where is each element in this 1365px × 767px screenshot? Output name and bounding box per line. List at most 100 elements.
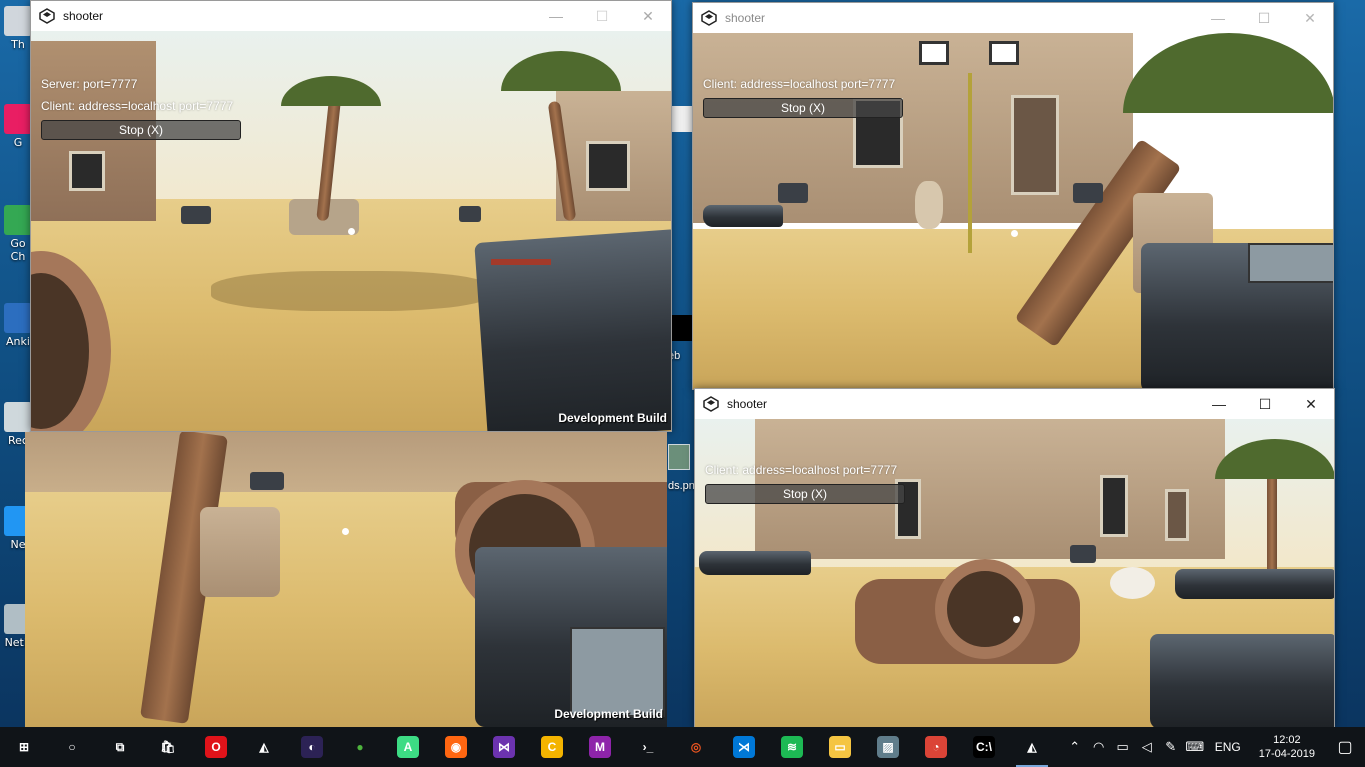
ubuntu-app[interactable]: ◎ <box>672 727 720 767</box>
game-viewport[interactable]: Client: address=localhost port=7777 Stop… <box>693 33 1333 389</box>
canary-app[interactable]: C <box>528 727 576 767</box>
clock-time: 12:02 <box>1273 734 1301 746</box>
window-title: shooter <box>725 11 766 25</box>
minimize-button[interactable]: — <box>1196 389 1242 419</box>
enemy-weapon <box>699 551 811 575</box>
building-window <box>69 151 105 191</box>
crosshair <box>1013 616 1020 623</box>
spotify-icon: ≋ <box>781 736 803 758</box>
firefox-icon: ◉ <box>445 736 467 758</box>
image-file-icon[interactable] <box>668 444 690 470</box>
hud-client-label: Client: address=localhost port=7777 <box>705 463 898 477</box>
ubuntu-icon: ◎ <box>690 740 702 754</box>
store-icon: 🛍 <box>160 740 176 754</box>
enemy-player <box>778 183 808 203</box>
unity-app[interactable]: ◭ <box>240 727 288 767</box>
eclipse-app[interactable]: ◐ <box>288 727 336 767</box>
vscode-app[interactable]: ⋊ <box>720 727 768 767</box>
firefox-app[interactable]: ◉ <box>432 727 480 767</box>
close-button[interactable]: ✕ <box>625 1 671 31</box>
chrome-icon: ◔ <box>925 736 947 758</box>
task-view-button[interactable]: ⧉ <box>96 727 144 767</box>
volume-icon[interactable]: ◁ <box>1135 739 1159 755</box>
tray-icons: ⌃ ◠ ▭ ◁ ✎ ⌨ <box>1063 739 1207 755</box>
enemy-player <box>1070 545 1096 563</box>
chrome-app[interactable]: ◔ <box>912 727 960 767</box>
maximize-button[interactable]: ☐ <box>1241 3 1287 33</box>
maximize-button[interactable]: ☐ <box>579 1 625 31</box>
close-button[interactable]: ✕ <box>1287 3 1333 33</box>
light-stand <box>968 73 972 253</box>
window-titlebar[interactable]: shooter — ☐ ✕ <box>31 1 671 31</box>
game-window-server[interactable]: shooter — ☐ ✕ Server: port=7777 Client: … <box>30 0 672 432</box>
game-viewport[interactable]: Server: port=7777 Client: address=localh… <box>31 31 671 431</box>
language-indicator[interactable]: ENG <box>1207 740 1249 754</box>
mongodb-app[interactable]: ● <box>336 727 384 767</box>
window-title: shooter <box>63 9 104 23</box>
enemy-player <box>459 206 481 222</box>
file-explorer-app[interactable]: ▭ <box>816 727 864 767</box>
opera-icon: O <box>205 736 227 758</box>
floodlight <box>919 41 949 65</box>
start-button[interactable]: ⊞ <box>0 727 48 767</box>
battery-icon[interactable]: ▭ <box>1111 739 1135 755</box>
window-titlebar[interactable]: shooter — ☐ ✕ <box>693 3 1333 33</box>
start-icon: ⊞ <box>18 740 30 754</box>
weapon-detail <box>491 259 551 265</box>
eclipse-icon: ◐ <box>301 736 323 758</box>
enemy-player <box>1073 183 1103 203</box>
game-window-client-top-right[interactable]: shooter — ☐ ✕ Client: address=localhost … <box>692 2 1334 390</box>
crosshair <box>348 228 355 235</box>
enemy-weapon <box>1175 569 1334 599</box>
development-build-label: Development Build <box>554 707 663 721</box>
minimize-button[interactable]: — <box>1195 3 1241 33</box>
pen-icon[interactable]: ✎ <box>1159 739 1183 755</box>
android-studio-app[interactable]: A <box>384 727 432 767</box>
cmd-app[interactable]: C:\ <box>960 727 1008 767</box>
unity-icon: ◭ <box>259 740 269 754</box>
maximize-button[interactable]: ☐ <box>1242 389 1288 419</box>
visual-studio-icon: ⋈ <box>493 736 515 758</box>
unity-logo-icon <box>701 10 717 26</box>
desktop-icon-image <box>4 205 32 235</box>
crosshair <box>342 528 349 535</box>
chevron-up-icon[interactable]: ⌃ <box>1063 739 1087 755</box>
hud-client-label: Client: address=localhost port=7777 <box>41 99 234 113</box>
weapon-panel <box>570 627 665 717</box>
photos-app[interactable]: ▨ <box>864 727 912 767</box>
stop-button[interactable]: Stop (X) <box>703 98 903 118</box>
wifi-icon[interactable]: ◠ <box>1087 739 1111 755</box>
unity-running-app[interactable]: ◭ <box>1008 727 1056 767</box>
stop-button[interactable]: Stop (X) <box>705 484 905 504</box>
desktop-icon-image <box>4 6 32 36</box>
system-tray: ⌃ ◠ ▭ ◁ ✎ ⌨ ENG 12:02 17-04-2019 ▢ <box>1063 727 1365 767</box>
search-icon: ○ <box>68 740 76 754</box>
search-button[interactable]: ○ <box>48 727 96 767</box>
terminal-icon: ›_ <box>642 740 654 754</box>
minimize-button[interactable]: — <box>533 1 579 31</box>
enemy-player <box>181 206 211 224</box>
window-titlebar[interactable]: shooter — ☐ ✕ <box>695 389 1334 419</box>
notification-icon[interactable]: ▢ <box>1325 737 1365 757</box>
spotify-app[interactable]: ≋ <box>768 727 816 767</box>
game-viewport[interactable]: Client: address=localhost port=7777 Stop… <box>695 419 1334 727</box>
stop-button[interactable]: Stop (X) <box>41 120 241 140</box>
development-build-label: Development Build <box>558 411 667 425</box>
unity-logo-icon <box>703 396 719 412</box>
visual-studio-app[interactable]: ⋈ <box>480 727 528 767</box>
unity-logo-icon <box>39 8 55 24</box>
terminal-app[interactable]: ›_ <box>624 727 672 767</box>
building-window <box>586 141 630 191</box>
crosshair <box>1011 230 1018 237</box>
game-window-bottom-left[interactable]: Development Build <box>25 432 667 727</box>
close-button[interactable]: ✕ <box>1288 389 1334 419</box>
keyboard-icon[interactable]: ⌨ <box>1183 739 1207 755</box>
opera-app[interactable]: O <box>192 727 240 767</box>
game-window-client-bottom-right[interactable]: shooter — ☐ ✕ Client: address=localhost … <box>694 388 1335 728</box>
clock-date: 17-04-2019 <box>1258 748 1315 760</box>
game-viewport[interactable]: Development Build <box>25 432 667 727</box>
store-app[interactable]: 🛍 <box>144 727 192 767</box>
mathway-app[interactable]: M <box>576 727 624 767</box>
clock[interactable]: 12:02 17-04-2019 <box>1249 733 1325 761</box>
taskbar-apps: ⊞ ○ ⧉ 🛍 O ◭ ◐ ● A ◉ ⋈ C M ›_ ◎ ⋊ ≋ ▭ ▨ ◔ C:\ ◭ <box>0 727 1056 767</box>
